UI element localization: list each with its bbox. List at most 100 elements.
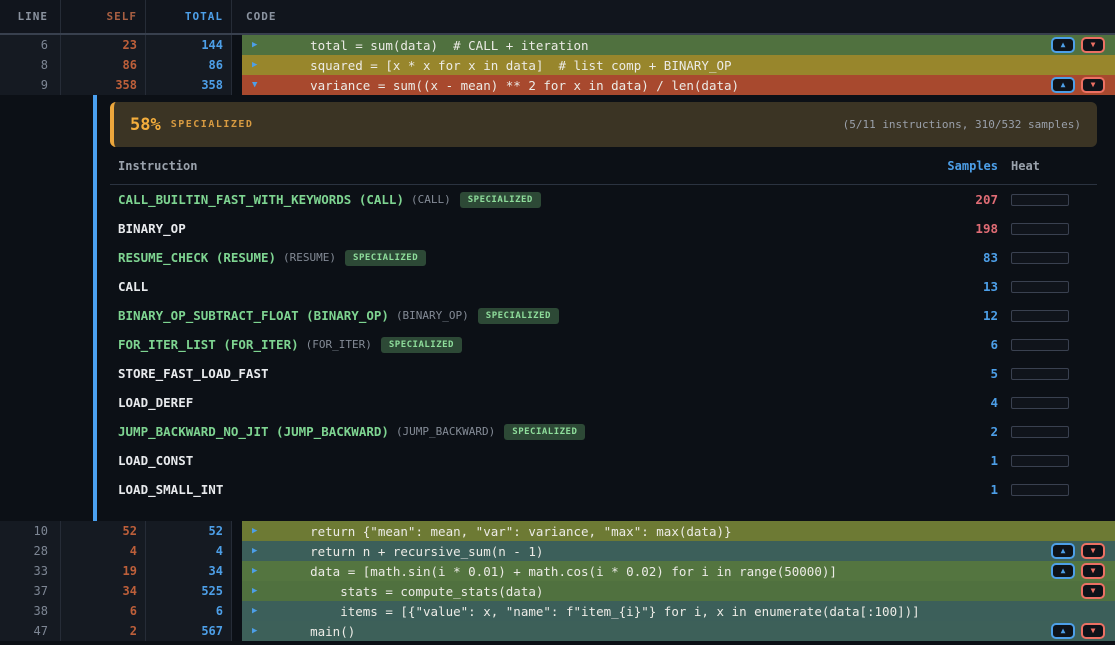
code-cell[interactable]: ▶ data = [math.sin(i * 0.01) + math.cos(…	[242, 561, 1115, 581]
row-nav-buttons: ▼	[1081, 583, 1105, 599]
self-samples: 4	[61, 541, 146, 561]
code-row-line-6[interactable]: 6 23 144 ▶ total = sum(data) # CALL + it…	[0, 35, 1115, 55]
code-row-line-8[interactable]: 8 86 86 ▶ squared = [x * x for x in data…	[0, 55, 1115, 75]
gutter-gap	[232, 601, 242, 621]
nav-up-button[interactable]: ▲	[1051, 563, 1075, 579]
self-samples: 86	[61, 55, 146, 75]
code-cell[interactable]: ▶ main() ▲ ▼	[242, 621, 1115, 641]
nav-down-button[interactable]: ▼	[1081, 77, 1105, 93]
instruction-samples: 198	[928, 221, 998, 236]
heat-bar	[1011, 426, 1069, 438]
row-nav-buttons: ▲ ▼	[1051, 623, 1105, 639]
specialization-panel: 58% SPECIALIZED (5/11 instructions, 310/…	[0, 95, 1115, 521]
heat-bar	[1011, 339, 1069, 351]
column-header-self: SELF	[61, 0, 146, 33]
specialized-badge: SPECIALIZED	[478, 308, 559, 324]
nav-up-button[interactable]: ▲	[1051, 623, 1075, 639]
self-samples: 23	[61, 35, 146, 55]
heat-bar	[1011, 368, 1069, 380]
source-code: return n + recursive_sum(n - 1)	[280, 544, 1043, 559]
heat-bar	[1011, 455, 1069, 467]
specialized-label: SPECIALIZED	[171, 119, 254, 130]
heat-bar	[1011, 484, 1069, 496]
total-samples: 6	[146, 601, 232, 621]
gutter-gap	[232, 55, 242, 75]
code-cell[interactable]: ▶ items = [{"value": x, "name": f"item_{…	[242, 601, 1115, 621]
instruction-base-name: (RESUME)	[283, 251, 336, 264]
line-number: 10	[0, 521, 61, 541]
expand-caret-icon[interactable]: ▶	[252, 60, 264, 70]
code-cell[interactable]: ▶ return n + recursive_sum(n - 1) ▲ ▼	[242, 541, 1115, 561]
line-number: 6	[0, 35, 61, 55]
expansion-connector-line	[93, 95, 97, 521]
code-cell[interactable]: ▼ variance = sum((x - mean) ** 2 for x i…	[242, 75, 1115, 95]
heat-bar	[1011, 252, 1069, 264]
instruction-samples: 13	[928, 279, 998, 294]
instruction-name: LOAD_SMALL_INT	[118, 482, 223, 497]
total-samples: 358	[146, 75, 232, 95]
column-header-total: TOTAL	[146, 0, 232, 33]
nav-down-button[interactable]: ▼	[1081, 37, 1105, 53]
nav-up-button[interactable]: ▲	[1051, 37, 1075, 53]
gutter-gap	[232, 75, 242, 95]
instruction-row: JUMP_BACKWARD_NO_JIT (JUMP_BACKWARD) (JU…	[110, 417, 1097, 446]
instruction-name: CALL	[118, 279, 148, 294]
source-code: stats = compute_stats(data)	[280, 584, 1073, 599]
table-header: LINE SELF TOTAL CODE	[0, 0, 1115, 35]
gutter-gap	[232, 541, 242, 561]
code-cell[interactable]: ▶ return {"mean": mean, "var": variance,…	[242, 521, 1115, 541]
code-row-line-38[interactable]: 38 6 6 ▶ items = [{"value": x, "name": f…	[0, 601, 1115, 621]
expand-caret-icon[interactable]: ▶	[252, 40, 264, 50]
heat-bar	[1011, 397, 1069, 409]
expand-caret-icon[interactable]: ▶	[252, 626, 264, 636]
expand-caret-icon[interactable]: ▶	[252, 586, 264, 596]
code-cell[interactable]: ▶ stats = compute_stats(data) ▼	[242, 581, 1115, 601]
expand-caret-icon[interactable]: ▶	[252, 546, 264, 556]
line-number: 8	[0, 55, 61, 75]
code-row-line-37[interactable]: 37 34 525 ▶ stats = compute_stats(data) …	[0, 581, 1115, 601]
instruction-row: LOAD_CONST 1	[110, 446, 1097, 475]
line-number: 28	[0, 541, 61, 561]
instruction-row: FOR_ITER_LIST (FOR_ITER) (FOR_ITER) SPEC…	[110, 330, 1097, 359]
instruction-samples: 2	[928, 424, 998, 439]
line-number: 33	[0, 561, 61, 581]
expand-caret-icon[interactable]: ▶	[252, 606, 264, 616]
nav-down-button[interactable]: ▼	[1081, 543, 1105, 559]
instruction-name: CALL_BUILTIN_FAST_WITH_KEYWORDS (CALL)	[118, 192, 404, 207]
expand-caret-icon[interactable]: ▶	[252, 526, 264, 536]
instruction-samples: 1	[928, 482, 998, 497]
expand-caret-icon[interactable]: ▶	[252, 566, 264, 576]
self-samples: 358	[61, 75, 146, 95]
instruction-base-name: (CALL)	[411, 193, 451, 206]
instruction-table-header: Instruction Samples Heat	[110, 147, 1097, 185]
specialized-badge: SPECIALIZED	[345, 250, 426, 266]
nav-up-button[interactable]: ▲	[1051, 543, 1075, 559]
code-row-line-47[interactable]: 47 2 567 ▶ main() ▲ ▼	[0, 621, 1115, 641]
code-row-line-10[interactable]: 10 52 52 ▶ return {"mean": mean, "var": …	[0, 521, 1115, 541]
code-row-line-28[interactable]: 28 4 4 ▶ return n + recursive_sum(n - 1)…	[0, 541, 1115, 561]
instruction-row: LOAD_SMALL_INT 1	[110, 475, 1097, 504]
code-cell[interactable]: ▶ squared = [x * x for x in data] # list…	[242, 55, 1115, 75]
col-instruction: Instruction	[118, 159, 928, 173]
instruction-samples: 1	[928, 453, 998, 468]
instruction-name: RESUME_CHECK (RESUME)	[118, 250, 276, 265]
row-nav-buttons: ▲ ▼	[1051, 563, 1105, 579]
instruction-samples: 5	[928, 366, 998, 381]
nav-up-button[interactable]: ▲	[1051, 77, 1075, 93]
collapse-caret-icon[interactable]: ▼	[252, 80, 264, 90]
heat-bar	[1011, 281, 1069, 293]
source-code: variance = sum((x - mean) ** 2 for x in …	[280, 78, 1043, 93]
code-row-line-9[interactable]: 9 358 358 ▼ variance = sum((x - mean) **…	[0, 75, 1115, 95]
nav-down-button[interactable]: ▼	[1081, 583, 1105, 599]
instruction-name: BINARY_OP_SUBTRACT_FLOAT (BINARY_OP)	[118, 308, 389, 323]
specialized-badge: SPECIALIZED	[504, 424, 585, 440]
instruction-row: RESUME_CHECK (RESUME) (RESUME) SPECIALIZ…	[110, 243, 1097, 272]
total-samples: 4	[146, 541, 232, 561]
gutter-gap	[232, 581, 242, 601]
specialized-badge: SPECIALIZED	[460, 192, 541, 208]
code-cell[interactable]: ▶ total = sum(data) # CALL + iteration ▲…	[242, 35, 1115, 55]
code-row-line-33[interactable]: 33 19 34 ▶ data = [math.sin(i * 0.01) + …	[0, 561, 1115, 581]
nav-down-button[interactable]: ▼	[1081, 563, 1105, 579]
line-number: 37	[0, 581, 61, 601]
nav-down-button[interactable]: ▼	[1081, 623, 1105, 639]
